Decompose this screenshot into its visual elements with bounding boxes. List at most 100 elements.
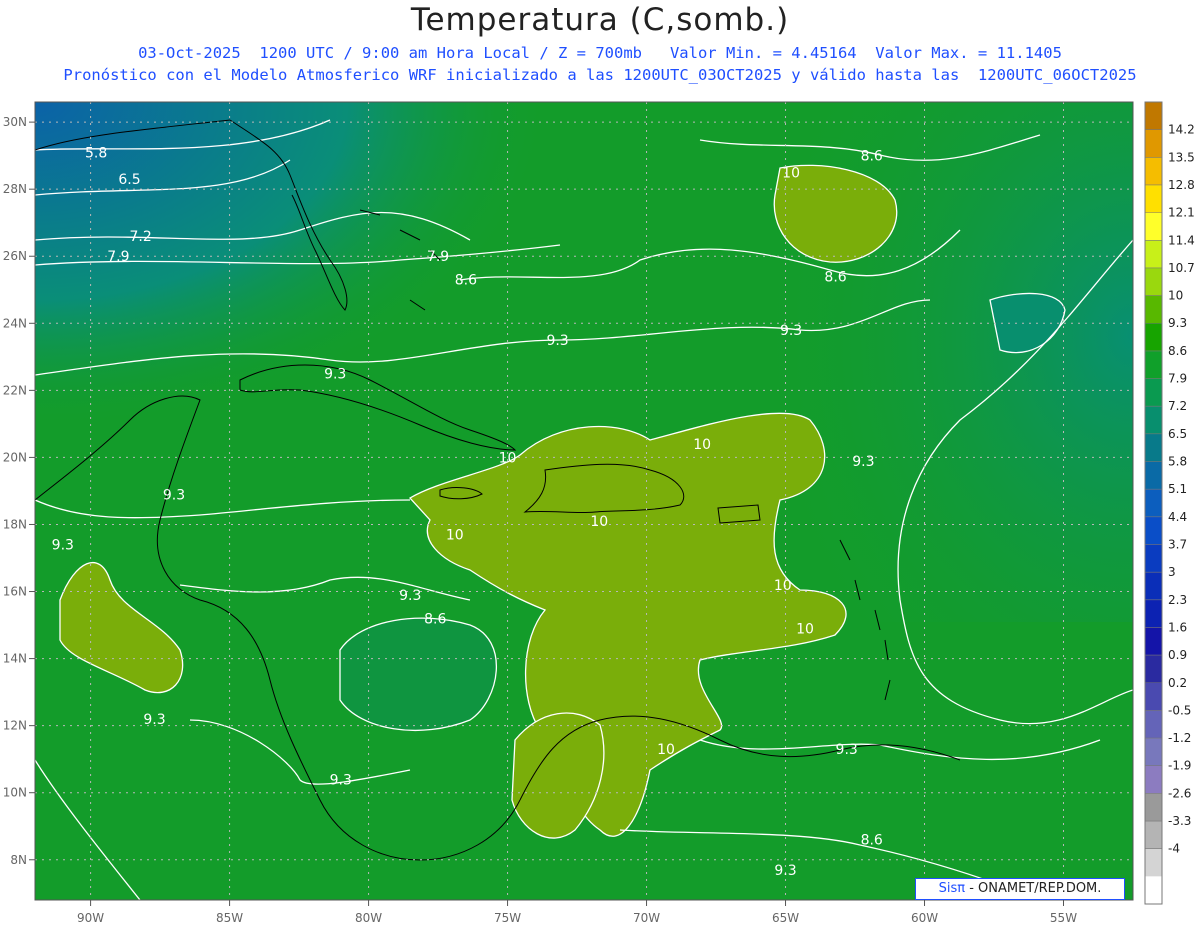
colorbar-swatch: [1145, 793, 1162, 822]
tick-label-lat: 30N: [3, 115, 27, 129]
contour-label: 6.5: [118, 172, 140, 188]
contour-label: 10: [796, 621, 814, 637]
credit-box: Sisπ - ONAMET/REP.DOM.: [915, 878, 1125, 900]
colorbar-swatch: [1145, 267, 1162, 297]
colorbar-swatch: [1145, 240, 1162, 269]
contour-label: 10: [782, 165, 800, 181]
colorbar-swatch: [1145, 821, 1162, 850]
contour-label: 10: [657, 742, 675, 758]
contour-label: 7.9: [427, 249, 449, 265]
colorbar-label: 5.1: [1168, 482, 1187, 496]
contour-label: 9.3: [546, 333, 568, 349]
contour-label: 8.6: [824, 269, 846, 285]
colorbar-label: -3.3: [1168, 814, 1191, 828]
colorbar-label: 1.6: [1168, 620, 1187, 634]
colorbar-swatch: [1145, 516, 1162, 545]
contour-label: 10: [774, 578, 792, 594]
contour-label: 10: [499, 450, 517, 466]
tick-label-lon: 90W: [77, 911, 104, 925]
colorbar-swatch: [1145, 212, 1162, 241]
colorbar-label: 9.3: [1168, 316, 1187, 330]
colorbar-label: 12.8: [1168, 178, 1195, 192]
colorbar-swatch: [1145, 461, 1162, 490]
colorbar-label: 7.2: [1168, 399, 1187, 413]
colorbar-swatch: [1145, 350, 1162, 380]
colorbar-label: -0.5: [1168, 703, 1191, 717]
temperature-map: 5.86.57.27.9 7.98.68.6108.69.39.39.310109…: [3, 101, 1195, 925]
tick-label-lat: 8N: [10, 853, 27, 867]
colorbar-label: 14.2: [1168, 123, 1195, 137]
colorbar-label: 10.7: [1168, 261, 1195, 275]
colorbar-swatch: [1145, 157, 1162, 186]
colorbar-label: 7.9: [1168, 372, 1187, 386]
tick-label-lat: 22N: [3, 383, 27, 397]
tick-label-lat: 18N: [3, 517, 27, 531]
colorbar-label: -1.9: [1168, 759, 1191, 773]
contour-label: 7.2: [129, 229, 151, 245]
colorbar-label: 0.9: [1168, 648, 1187, 662]
tick-label-lon: 65W: [772, 911, 799, 925]
colorbar-swatch: [1145, 765, 1162, 794]
colorbar-swatch: [1145, 489, 1162, 518]
colorbar-swatch: [1145, 655, 1162, 684]
colorbar-label: 4.4: [1168, 510, 1187, 524]
colorbar-swatch: [1145, 599, 1162, 628]
contour-label: 8.6: [424, 611, 446, 627]
tick-label-lat: 24N: [3, 316, 27, 330]
colorbar-swatch: [1145, 184, 1162, 214]
tick-label-lon: 75W: [494, 911, 521, 925]
colorbar-swatch: [1145, 710, 1162, 739]
contour-label: 8.6: [455, 273, 477, 289]
colorbar-swatch: [1145, 433, 1162, 463]
colorbar-label: 0.2: [1168, 676, 1187, 690]
colorbar-swatch: [1145, 738, 1162, 767]
colorbar-label: 12.1: [1168, 206, 1195, 220]
tick-label-lon: 55W: [1050, 911, 1077, 925]
contour-label: 9.3: [324, 367, 346, 383]
credit-organization: - ONAMET/REP.DOM.: [965, 881, 1102, 896]
plot-area: 5.86.57.27.9 7.98.68.6108.69.39.39.310109…: [35, 102, 1133, 900]
contour-label: 8.6: [861, 149, 883, 165]
colorbar-label: 8.6: [1168, 344, 1187, 358]
credit-brand: Sisπ: [938, 881, 966, 896]
contour-label: 9.3: [143, 712, 165, 728]
colorbar-label: -2.6: [1168, 786, 1191, 800]
contour-label: 10: [446, 528, 464, 544]
colorbar-label: 5.8: [1168, 455, 1187, 469]
cold-region-nw: [35, 102, 555, 432]
colorbar-label: -4: [1168, 842, 1180, 856]
contour-label: 9.3: [52, 538, 74, 554]
contour-label: 9.3: [399, 588, 421, 604]
colorbar-label: 6.5: [1168, 427, 1187, 441]
colorbar-label: 3.7: [1168, 537, 1187, 551]
tick-label-lat: 28N: [3, 182, 27, 196]
colorbar-label: 13.5: [1168, 150, 1195, 164]
colorbar-swatch: [1145, 406, 1162, 435]
colorbar-swatch: [1145, 323, 1162, 352]
colorbar-swatch: [1145, 378, 1162, 407]
tick-label-lat: 12N: [3, 719, 27, 733]
colorbar-label: 11.4: [1168, 233, 1195, 247]
contour-label: 9.3: [163, 487, 185, 503]
colorbar-swatch: [1145, 876, 1162, 905]
tick-label-lon: 85W: [216, 911, 243, 925]
colorbar-swatch: [1145, 848, 1162, 877]
colorbar-label: -1.2: [1168, 731, 1191, 745]
tick-label-lon: 60W: [911, 911, 938, 925]
contour-label: 9.3: [330, 772, 352, 788]
contour-label: 10: [693, 437, 711, 453]
colorbar-swatch: [1145, 572, 1162, 601]
tick-label-lat: 16N: [3, 585, 27, 599]
colorbar-swatch: [1145, 682, 1162, 711]
contour-label: 8.6: [861, 833, 883, 849]
tick-label-lon: 70W: [633, 911, 660, 925]
colorbar-swatch: [1145, 129, 1162, 158]
contour-label: 9.3: [780, 323, 802, 339]
contour-label: 7.9: [107, 249, 129, 265]
colorbar-label: 10: [1168, 289, 1183, 303]
colorbar-swatch: [1145, 102, 1162, 131]
contour-label: 9.3: [836, 742, 858, 758]
contour-label: 9.3: [774, 863, 796, 879]
colorbar-swatch: [1145, 544, 1162, 573]
tick-label-lat: 10N: [3, 786, 27, 800]
